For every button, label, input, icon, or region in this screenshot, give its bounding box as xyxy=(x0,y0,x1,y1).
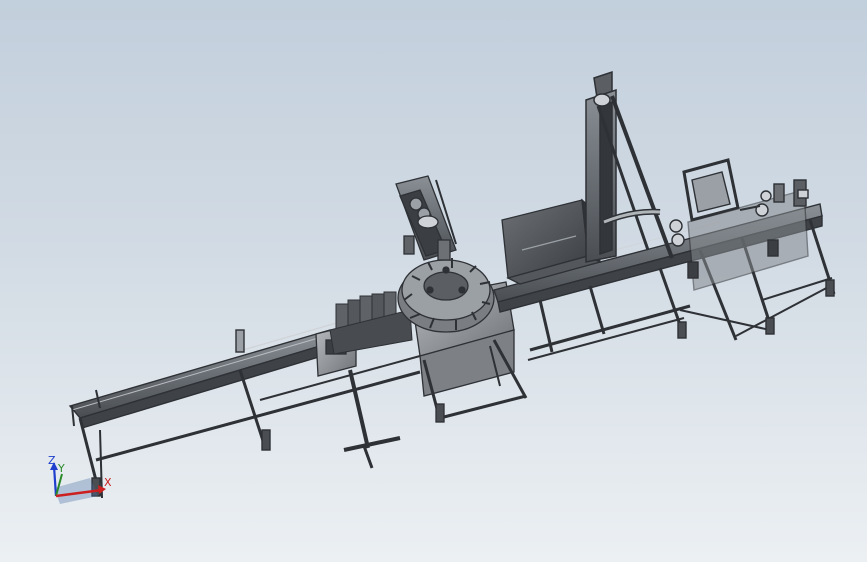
y-axis-label: Y xyxy=(57,462,65,475)
packaging-line-3d-model[interactable] xyxy=(0,0,867,562)
x-axis-label: X xyxy=(104,476,112,489)
coordinate-triad: Z Y X xyxy=(48,454,112,504)
z-axis-line xyxy=(52,465,58,497)
cad-viewport[interactable]: Z Y X xyxy=(0,0,867,562)
elevator-mast xyxy=(585,70,674,263)
rotary-capping-station xyxy=(397,258,528,423)
cap-feeder-tower xyxy=(395,175,457,261)
z-axis-label: Z xyxy=(48,454,56,467)
sealing-unit-frame xyxy=(669,158,809,291)
